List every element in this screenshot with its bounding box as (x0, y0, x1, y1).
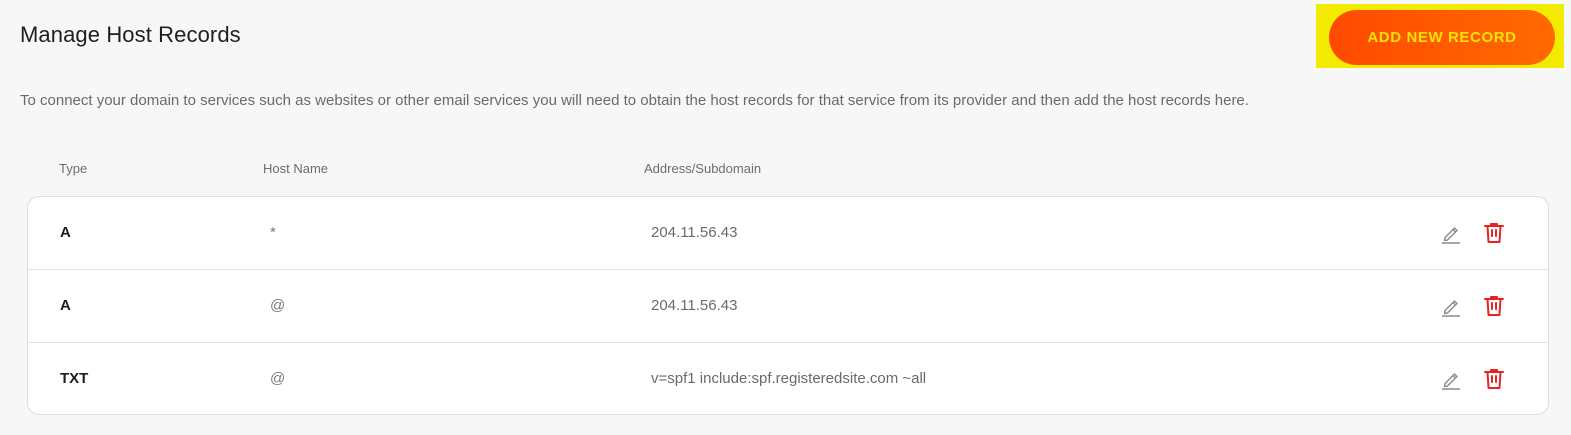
delete-record-button[interactable] (1480, 292, 1508, 320)
record-type: A (60, 297, 71, 314)
edit-record-button[interactable] (1437, 219, 1465, 247)
page-title: Manage Host Records (20, 22, 241, 47)
table-row: A * 204.11.56.43 (28, 197, 1548, 270)
edit-record-button[interactable] (1437, 365, 1465, 393)
record-address: 204.11.56.43 (651, 224, 738, 241)
table-header: Type Host Name Address/Subdomain (0, 161, 1571, 181)
column-header-host-name: Host Name (263, 161, 329, 176)
column-header-address: Address/Subdomain (644, 161, 762, 176)
trash-icon (1484, 369, 1504, 389)
record-host-name: @ (270, 370, 286, 387)
delete-record-button[interactable] (1480, 219, 1508, 247)
record-host-name: @ (270, 297, 286, 314)
record-type: TXT (60, 370, 89, 387)
host-records-page: Manage Host Records ADD NEW RECORD To co… (0, 0, 1571, 435)
page-description: To connect your domain to services such … (20, 92, 1249, 109)
host-records-table: A * 204.11.56.43 A @ 204.11.56.43 TXT @ … (27, 196, 1549, 415)
pencil-icon (1442, 300, 1460, 317)
record-address: v=spf1 include:spf.registeredsite.com ~a… (651, 370, 927, 387)
edit-record-button[interactable] (1437, 292, 1465, 320)
record-host-name: * (270, 224, 276, 241)
pencil-icon (1442, 227, 1460, 244)
add-new-record-button[interactable]: ADD NEW RECORD (1329, 10, 1555, 65)
column-header-type: Type (59, 161, 88, 176)
table-row: A @ 204.11.56.43 (28, 270, 1548, 343)
delete-record-button[interactable] (1480, 365, 1508, 393)
pencil-icon (1442, 373, 1460, 390)
record-address: 204.11.56.43 (651, 297, 738, 314)
table-row: TXT @ v=spf1 include:spf.registeredsite.… (28, 343, 1548, 414)
record-type: A (60, 224, 71, 241)
trash-icon (1484, 223, 1504, 243)
trash-icon (1484, 296, 1504, 316)
